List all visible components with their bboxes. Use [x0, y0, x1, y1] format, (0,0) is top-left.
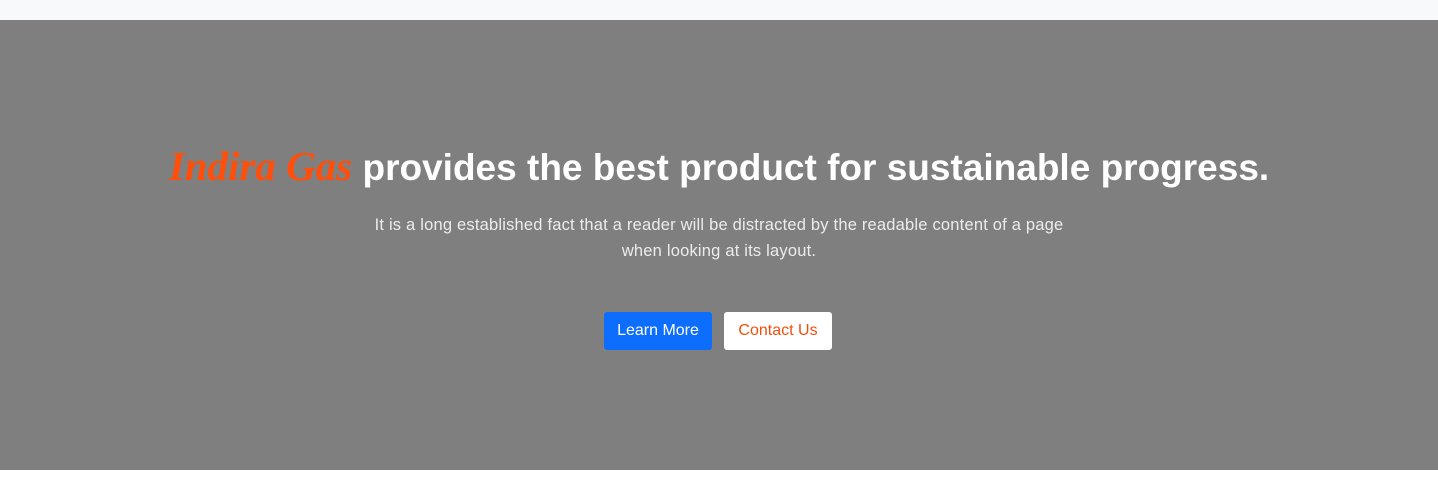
learn-more-button[interactable]: Learn More: [604, 312, 712, 350]
headline-text: provides the best product for sustainabl…: [352, 147, 1270, 188]
contact-us-button[interactable]: Contact Us: [724, 312, 832, 350]
hero-description: It is a long established fact that a rea…: [374, 216, 1064, 260]
top-strip: [0, 0, 1438, 20]
hero-headline: Indira Gas provides the best product for…: [0, 142, 1438, 192]
brand-name: Indira Gas: [168, 143, 353, 189]
